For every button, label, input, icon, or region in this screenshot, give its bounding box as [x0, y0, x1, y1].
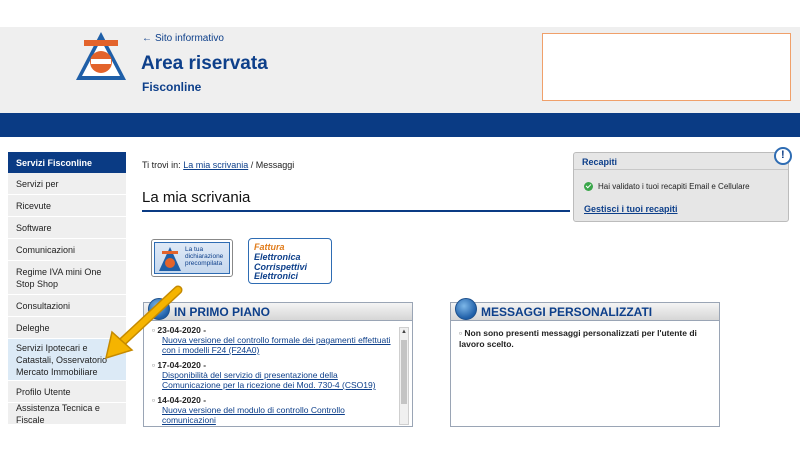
- sidebar-item-profilo-utente[interactable]: Profilo Utente: [8, 381, 126, 403]
- fattura-corrispettivi-button[interactable]: Fattura Elettronica Corrispettivi Elettro…: [248, 238, 332, 284]
- fattura-elettronica-text: Elettronica: [254, 252, 301, 262]
- breadcrumb: Ti trovi in: La mia scrivania / Messaggi: [142, 160, 294, 170]
- news-link[interactable]: Disponibilità del servizio di presentazi…: [152, 370, 398, 390]
- scroll-up-icon[interactable]: ▲: [400, 328, 408, 336]
- news-date: 14-04-2020 -: [152, 395, 398, 405]
- corrispettivi-label: Corrispettivi Elettronici: [254, 263, 307, 281]
- sidebar-item-comunicazioni[interactable]: Comunicazioni: [8, 239, 126, 261]
- area-subtitle: Fisconline: [142, 80, 202, 94]
- check-icon: [584, 182, 593, 191]
- precompilata-inner: La tua dichiarazione precompilata: [154, 242, 230, 274]
- list-item: 14-04-2020 - Nuova versione del modulo d…: [152, 395, 398, 425]
- corrispettivi-elettronici-text: Elettronici: [254, 271, 299, 281]
- messaggi-header: MESSAGGI PERSONALIZZATI: [451, 298, 719, 321]
- breadcrumb-separator: /: [250, 160, 254, 170]
- globe-icon: [455, 298, 477, 320]
- precompilata-logo-icon: [159, 247, 181, 271]
- messaggi-panel: MESSAGGI PERSONALIZZATI Non sono present…: [450, 298, 720, 427]
- precompilata-line-3: precompilata: [185, 260, 223, 267]
- page: ← Sito informativo Area riservata Fisconl…: [0, 0, 800, 450]
- precompilata-button[interactable]: La tua dichiarazione precompilata: [151, 239, 233, 277]
- precompilata-line-2: dichiarazione: [185, 253, 224, 260]
- news-scrollbar[interactable]: ▲: [399, 327, 409, 425]
- back-to-site-link[interactable]: ← Sito informativo: [142, 33, 224, 44]
- scroll-thumb[interactable]: [401, 340, 407, 404]
- sidebar-item-assistenza[interactable]: Assistenza Tecnica e Fiscale: [8, 403, 126, 425]
- page-title: La mia scrivania: [142, 189, 251, 206]
- sidebar-heading: Servizi Fisconline: [8, 152, 126, 173]
- fattura-text: Fattura: [254, 242, 285, 252]
- arrow-left-icon: ←: [142, 33, 152, 44]
- precompilata-line-1: La tua: [185, 246, 204, 253]
- recapiti-message: Hai validato i tuoi recapiti Email e Cel…: [598, 182, 750, 191]
- messaggi-title: MESSAGGI PERSONALIZZATI: [481, 305, 653, 319]
- pointer-arrow-icon: [104, 285, 183, 360]
- list-item: 17-04-2020 - Disponibilità del servizio …: [152, 360, 398, 390]
- title-divider: [142, 210, 570, 212]
- sidebar-item-ricevute[interactable]: Ricevute: [8, 195, 126, 217]
- fattura-label: Fattura Elettronica: [254, 242, 331, 262]
- recapiti-box: Recapiti ! Hai validato i tuoi recapiti …: [573, 147, 792, 222]
- sidebar-item-servizi-per[interactable]: Servizi per: [8, 173, 126, 195]
- area-title: Area riservata: [141, 53, 268, 74]
- breadcrumb-link[interactable]: La mia scrivania: [183, 160, 248, 170]
- header: ← Sito informativo Area riservata Fisconl…: [0, 27, 800, 113]
- breadcrumb-current: Messaggi: [255, 160, 295, 170]
- precompilata-text: La tua dichiarazione precompilata: [185, 246, 223, 267]
- info-icon[interactable]: !: [774, 147, 792, 165]
- messaggi-text: Non sono presenti messaggi personalizzat…: [459, 328, 709, 350]
- news-link[interactable]: Nuova versione del modulo di controllo C…: [152, 405, 398, 425]
- sidebar-item-software[interactable]: Software: [8, 217, 126, 239]
- manage-recapiti-link[interactable]: Gestisci i tuoi recapiti: [584, 204, 678, 214]
- back-link-label: Sito informativo: [155, 33, 224, 44]
- breadcrumb-prefix: Ti trovi in:: [142, 160, 181, 170]
- agenzia-entrate-logo[interactable]: [76, 32, 126, 80]
- recapiti-title: Recapiti: [574, 153, 788, 170]
- top-strip: [0, 0, 800, 27]
- banner-area: [542, 33, 791, 101]
- recapiti-status: Hai validato i tuoi recapiti Email e Cel…: [584, 182, 750, 191]
- main-nav-bar: [0, 113, 800, 137]
